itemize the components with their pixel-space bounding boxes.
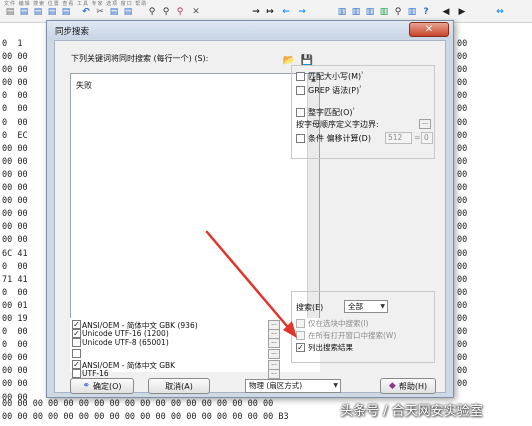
watermark: 头条号 / 合天网安实验室 <box>340 404 483 419</box>
annotation-arrow <box>205 230 297 338</box>
